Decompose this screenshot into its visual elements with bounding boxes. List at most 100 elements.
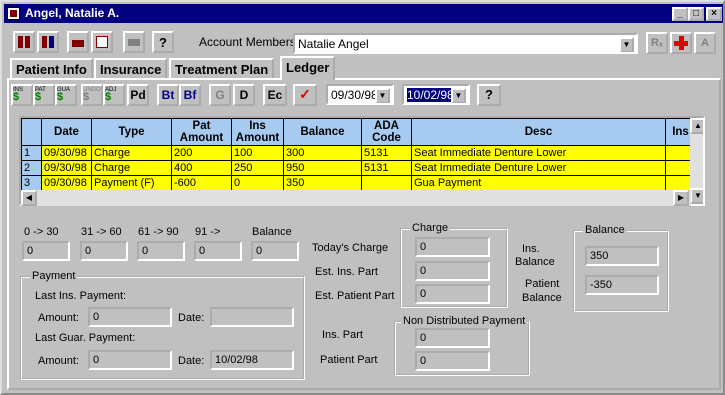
column-header[interactable]: ADA Code <box>361 118 412 146</box>
last-ins-payment-label: Last Ins. Payment: <box>35 290 127 302</box>
column-header[interactable]: Desc <box>411 118 666 146</box>
column-header[interactable]: Type <box>91 118 172 146</box>
printer-icon[interactable] <box>123 31 145 53</box>
cell-date[interactable]: 09/30/98 <box>41 145 92 161</box>
minimize-button[interactable]: _ <box>672 7 688 21</box>
d-button[interactable]: D <box>233 84 255 106</box>
aging-61-90-field: 0 <box>137 241 185 261</box>
question-icon: ? <box>485 87 493 102</box>
window-title: Angel, Natalie A. <box>25 6 120 20</box>
bf-button[interactable]: Bf <box>179 84 201 106</box>
chevron-down-icon[interactable]: ▼ <box>375 88 390 103</box>
cell-balance[interactable]: 350 <box>283 175 362 191</box>
cell-desc[interactable]: Seat Immediate Denture Lower <box>411 145 666 161</box>
guar-payment-amount-field: 0 <box>88 350 172 370</box>
column-header[interactable]: Balance <box>283 118 362 146</box>
todays-charge-field: 0 <box>415 237 490 257</box>
table-row[interactable]: 3 09/30/98 Payment (F) -600 0 350 Gua Pa… <box>21 175 696 191</box>
cell-pat-amount[interactable]: 200 <box>171 145 232 161</box>
chevron-down-icon[interactable]: ▼ <box>619 37 634 52</box>
est-patient-part-label: Est. Patient Part <box>315 290 395 302</box>
scroll-down-icon[interactable]: ▼ <box>690 188 703 204</box>
dollar-icon: $ <box>57 91 64 103</box>
row-number: 2 <box>21 160 42 176</box>
table-row[interactable]: 2 09/30/98 Charge 400 250 950 5131 Seat … <box>21 160 696 176</box>
title-bar[interactable]: Angel, Natalie A. _ □ × <box>4 4 723 23</box>
cell-ada-code[interactable] <box>361 175 412 191</box>
aging-label-31-60: 31 -> 60 <box>81 226 122 238</box>
scroll-left-icon[interactable]: ◀ <box>21 190 37 206</box>
aging-label-91: 91 -> <box>195 226 221 238</box>
ndp-group-title: Non Distributed Payment <box>401 315 528 327</box>
family-tree-icon[interactable] <box>13 31 35 53</box>
family-members-icon[interactable] <box>37 31 59 53</box>
maximize-button[interactable]: □ <box>688 7 704 21</box>
balance-group-title: Balance <box>583 224 627 236</box>
document-icon[interactable] <box>91 31 113 53</box>
house-icon[interactable] <box>67 31 89 53</box>
cell-pat-amount[interactable]: -600 <box>171 175 232 191</box>
aging-label-0-30: 0 -> 30 <box>24 226 59 238</box>
account-members-select[interactable]: Natalie Angel ▼ <box>293 33 638 54</box>
medical-alert-button[interactable] <box>670 32 692 54</box>
vertical-scrollbar[interactable]: ▲ ▼ <box>690 118 703 204</box>
payment-group-title: Payment <box>30 270 78 282</box>
cell-balance[interactable]: 950 <box>283 160 362 176</box>
cell-balance[interactable]: 300 <box>283 145 362 161</box>
gua-payment-button[interactable]: GUA $ <box>55 84 77 106</box>
cell-type[interactable]: Charge <box>91 160 172 176</box>
row-number: 3 <box>21 175 42 191</box>
rx-button[interactable]: Rₓ <box>646 32 668 54</box>
date-to-select[interactable]: 10/02/98 ▼ <box>402 84 470 105</box>
ins-payment-amount-field: 0 <box>88 307 172 327</box>
scroll-right-icon[interactable]: ▶ <box>673 190 689 206</box>
cell-ada-code[interactable]: 5131 <box>361 145 412 161</box>
patient-balance-label-line2: Balance <box>522 292 562 304</box>
tab-ledger[interactable]: Ledger <box>280 56 336 80</box>
help-button[interactable]: ? <box>152 31 174 53</box>
balance-group: Balance <box>573 224 669 312</box>
g-button[interactable]: G <box>209 84 231 106</box>
cell-desc[interactable]: Seat Immediate Denture Lower <box>411 160 666 176</box>
tab-patient-info[interactable]: Patient Info <box>10 58 93 79</box>
pd-button[interactable]: Pd <box>127 84 149 106</box>
dollar-icon: $ <box>105 91 112 103</box>
dollar-icon: $ <box>35 91 42 103</box>
tab-treatment-plan[interactable]: Treatment Plan <box>169 58 275 79</box>
date-from-select[interactable]: 09/30/98 ▼ <box>326 84 394 105</box>
ins-payment-button[interactable]: INS $ <box>11 84 33 106</box>
cell-ins-amount[interactable]: 250 <box>231 160 284 176</box>
aging-31-60-field: 0 <box>80 241 128 261</box>
adj-button[interactable]: ADJ $ <box>103 84 125 106</box>
pat-payment-button[interactable]: PAT $ <box>33 84 55 106</box>
cell-type[interactable]: Charge <box>91 145 172 161</box>
table-row[interactable]: 1 09/30/98 Charge 200 100 300 5131 Seat … <box>21 145 696 161</box>
patient-balance-field: -350 <box>585 275 659 295</box>
question-icon: ? <box>159 35 167 50</box>
ec-button[interactable]: Ec <box>263 84 287 106</box>
scroll-up-icon[interactable]: ▲ <box>690 118 703 134</box>
cell-ins-amount[interactable]: 100 <box>231 145 284 161</box>
cell-desc[interactable]: Gua Payment <box>411 175 666 191</box>
check-icon[interactable]: ✓ <box>293 84 317 106</box>
cell-type[interactable]: Payment (F) <box>91 175 172 191</box>
horizontal-scrollbar[interactable]: ◀ ▶ <box>21 190 691 206</box>
chevron-down-icon[interactable]: ▼ <box>451 88 466 103</box>
cell-date[interactable]: 09/30/98 <box>41 175 92 191</box>
column-header[interactable]: Pat Amount <box>171 118 232 146</box>
ins-date-label: Date: <box>178 312 205 324</box>
bt-button[interactable]: Bt <box>157 84 179 106</box>
column-header[interactable]: Date <box>41 118 92 146</box>
cell-date[interactable]: 09/30/98 <box>41 160 92 176</box>
ledger-help-button[interactable]: ? <box>477 84 501 106</box>
a-button[interactable]: A <box>694 32 716 54</box>
patient-balance-label-line1: Patient <box>525 278 560 290</box>
est-ins-part-label: Est. Ins. Part <box>315 266 378 278</box>
tab-insurance[interactable]: Insurance <box>94 58 168 79</box>
cell-pat-amount[interactable]: 400 <box>171 160 232 176</box>
undo-button[interactable]: UNDO $ <box>81 84 103 106</box>
close-button[interactable]: × <box>706 7 722 21</box>
column-header[interactable]: Ins Amount <box>231 118 284 146</box>
cell-ins-amount[interactable]: 0 <box>231 175 284 191</box>
cell-ada-code[interactable]: 5131 <box>361 160 412 176</box>
